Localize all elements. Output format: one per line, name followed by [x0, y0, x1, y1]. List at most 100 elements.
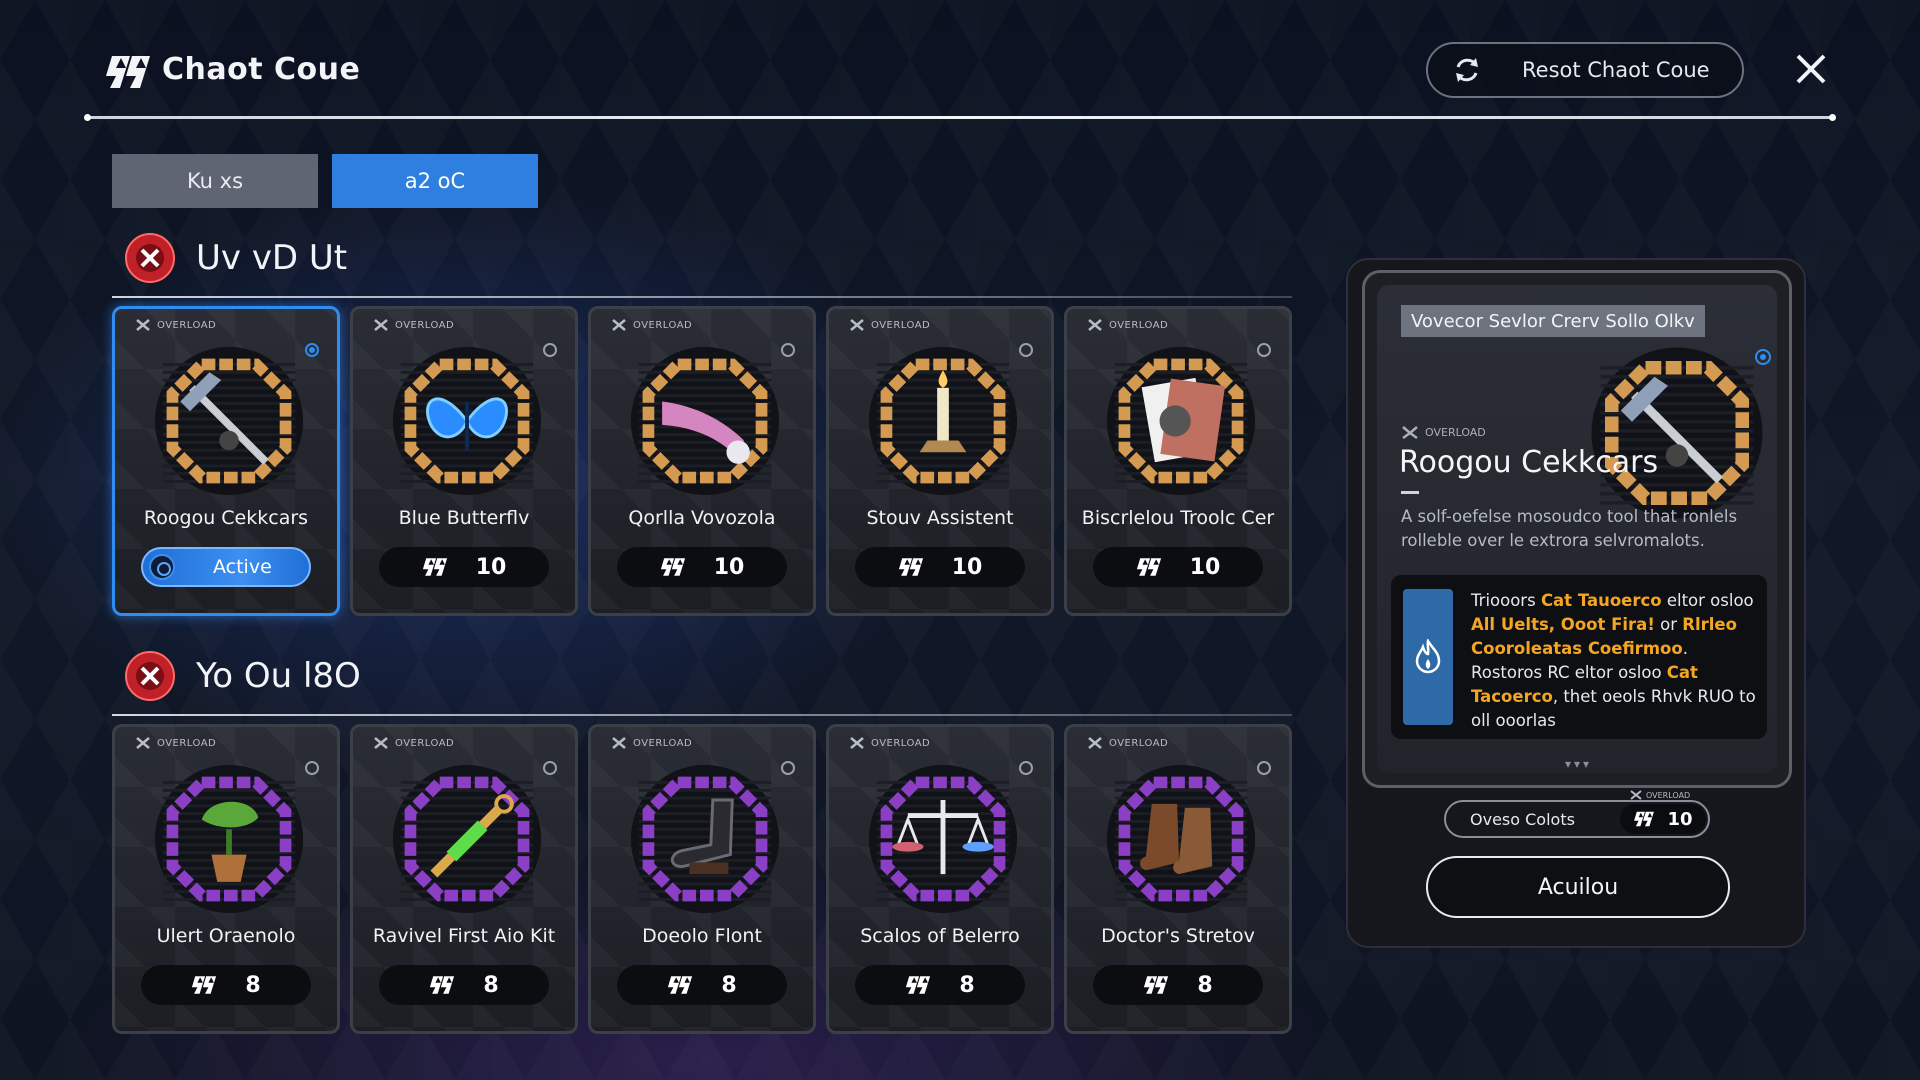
detail-card: Vovecor Sevlor Crerv Sollo Olkv OVERLOAD… — [1362, 270, 1792, 788]
detail-overload-tag: OVERLOAD — [1401, 425, 1486, 440]
effect-text-part: or — [1654, 615, 1683, 634]
detail-cost-value-box: 10 — [1620, 804, 1706, 834]
section-title: Yo Ou l8O — [196, 656, 361, 696]
item-name: Qorlla Vovozola — [628, 507, 776, 529]
tab-first[interactable]: Ku xs — [112, 154, 318, 208]
reset-button[interactable]: Resot Chaot Coue — [1426, 42, 1744, 98]
item-name: Scalos of Belerro — [860, 925, 1020, 947]
overload-logo-icon — [1136, 558, 1161, 576]
select-indicator — [1019, 343, 1033, 357]
cost-value: 8 — [1197, 972, 1213, 998]
cost-value: 8 — [245, 972, 261, 998]
tab-bar: Ku xs a2 oC — [112, 154, 538, 208]
cost-value: 8 — [721, 972, 737, 998]
overload-logo-icon — [430, 976, 455, 994]
cost-badge: 10 — [379, 547, 549, 587]
more-indicator[interactable]: ▾▾▾ — [1565, 757, 1592, 771]
activate-button[interactable]: Acuilou — [1426, 856, 1730, 918]
cost-badge: 10 — [855, 547, 1025, 587]
cost-value: 10 — [951, 554, 983, 580]
item-name: Biscrlelou Troolc Cer — [1081, 507, 1275, 529]
overload-logo-icon — [422, 558, 447, 576]
select-indicator — [543, 761, 557, 775]
effect-text-part: eltor osloo — [1661, 591, 1754, 610]
item-name: Doctor's Stretov — [1101, 925, 1255, 947]
item-card[interactable]: OVERLOAD Ulert Oraenolo 8 — [112, 724, 340, 1034]
section-divider — [112, 296, 1292, 298]
overload-mark-icon — [136, 319, 150, 331]
close-icon[interactable] — [1790, 48, 1832, 90]
pickaxe-medal-icon — [1591, 347, 1763, 519]
section-divider — [112, 714, 1292, 716]
cost-badge: 10 — [617, 547, 787, 587]
effect-keyword: Cat Tauoerco — [1540, 591, 1662, 610]
reset-button-label: Resot Chaot Coue — [1522, 58, 1710, 82]
cost-badge: 10 — [1093, 547, 1263, 587]
plant-medal-icon — [154, 764, 304, 914]
item-card[interactable]: OVERLOAD Roogou Cekkcars Active — [112, 306, 340, 616]
overload-mark-icon — [850, 319, 864, 331]
effect-keyword: All Uelts, Ooot Fira! — [1471, 615, 1655, 634]
item-card[interactable]: OVERLOAD Blue Butterflv 10 — [350, 306, 578, 616]
overload-mark-icon — [374, 737, 388, 749]
detail-panel: Vovecor Sevlor Crerv Sollo Olkv OVERLOAD… — [1346, 258, 1806, 948]
item-card[interactable]: OVERLOAD Doeolo Flont 8 — [588, 724, 816, 1034]
detail-cost-label: Oveso Colots — [1470, 809, 1575, 829]
detail-cost-value: 10 — [1667, 808, 1693, 830]
syringe-medal-icon — [392, 764, 542, 914]
select-indicator — [543, 343, 557, 357]
section-header: Uv vD Ut — [124, 232, 347, 284]
select-indicator — [305, 761, 319, 775]
item-name: Blue Butterflv — [398, 507, 530, 529]
cost-value: 8 — [959, 972, 975, 998]
effect-box: Triooors Cat Tauoerco eltor osloo All Ue… — [1391, 575, 1767, 739]
radio-icon — [149, 554, 175, 580]
overload-logo-icon — [192, 976, 217, 994]
overload-tag: OVERLOAD — [1087, 318, 1168, 332]
butterfly-medal-icon — [392, 346, 542, 496]
overload-tag: OVERLOAD — [135, 318, 216, 332]
overload-tag: OVERLOAD — [1087, 736, 1168, 750]
item-card[interactable]: OVERLOAD Doctor's Stretov 8 — [1064, 724, 1292, 1034]
item-name: Roogou Cekkcars — [143, 507, 309, 529]
effect-text: Triooors Cat Tauoerco eltor osloo All Ue… — [1471, 589, 1757, 733]
effect-text-part: Triooors — [1471, 591, 1541, 610]
scales-medal-icon — [868, 764, 1018, 914]
active-label: Active — [213, 556, 272, 578]
item-card[interactable]: OVERLOAD Stouv Assistent 10 — [826, 306, 1054, 616]
overload-mark-icon — [612, 737, 626, 749]
page-title: Chaot Coue — [162, 52, 361, 87]
cost-badge: 8 — [617, 965, 787, 1005]
boot-medal-icon — [630, 764, 780, 914]
item-card[interactable]: OVERLOAD Biscrlelou Troolc Cer 10 — [1064, 306, 1292, 616]
overload-mark-icon — [1630, 790, 1642, 800]
select-indicator — [1257, 761, 1271, 775]
item-card[interactable]: OVERLOAD Qorlla Vovozola 10 — [588, 306, 816, 616]
flame-icon — [1415, 639, 1441, 674]
overload-logo-icon — [660, 558, 685, 576]
header-divider — [84, 114, 1836, 121]
overload-tag: OVERLOAD — [849, 318, 930, 332]
item-card[interactable]: OVERLOAD Scalos of Belerro 8 — [826, 724, 1054, 1034]
item-name: Stouv Assistent — [866, 507, 1014, 529]
overload-mark-icon — [136, 737, 150, 749]
select-indicator — [1257, 343, 1271, 357]
item-name: Ulert Oraenolo — [156, 925, 296, 947]
section-emblem-icon — [125, 651, 175, 701]
section-title: Uv vD Ut — [196, 238, 348, 278]
overload-logo-icon — [898, 558, 923, 576]
overload-mark-icon — [850, 737, 864, 749]
horn-medal-icon — [630, 346, 780, 496]
overload-logo-icon — [106, 56, 150, 88]
detail-banner: Vovecor Sevlor Crerv Sollo Olkv — [1401, 305, 1705, 337]
overload-tag: OVERLOAD — [849, 736, 930, 750]
overload-mark-icon — [1402, 426, 1418, 440]
tab-second[interactable]: a2 oC — [332, 154, 538, 208]
detail-cost-tag: OVERLOAD — [1630, 790, 1690, 800]
section-header: Yo Ou l8O — [124, 650, 361, 702]
overload-tag: OVERLOAD — [373, 318, 454, 332]
active-badge[interactable]: Active — [141, 547, 311, 587]
section-emblem-icon — [125, 233, 175, 283]
item-card[interactable]: OVERLOAD Ravivel First Aio Kit 8 — [350, 724, 578, 1034]
cost-badge: 8 — [141, 965, 311, 1005]
